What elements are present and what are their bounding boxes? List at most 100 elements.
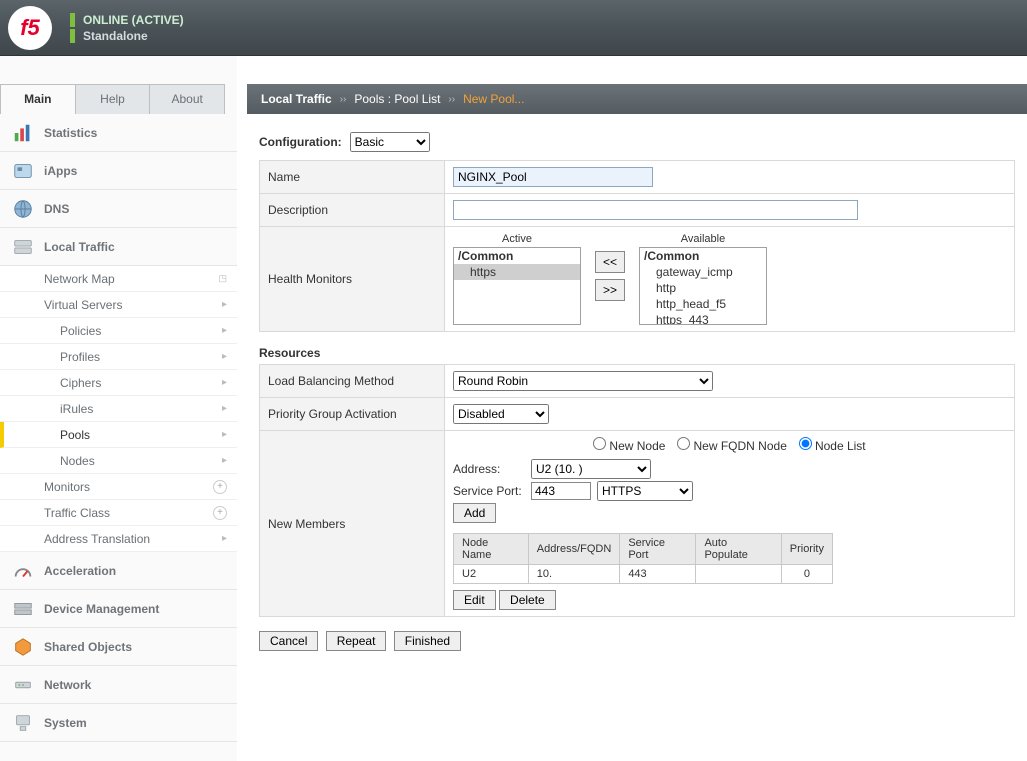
nav-virtual-servers[interactable]: Virtual Servers ▸	[0, 292, 237, 318]
tab-about[interactable]: About	[150, 85, 224, 114]
nav-nodes[interactable]: Nodes ▸	[0, 448, 237, 474]
radio-new-fqdn-input[interactable]	[677, 437, 690, 450]
hm-available-common: /Common	[640, 248, 766, 264]
configuration-mode-select[interactable]: Basic	[350, 132, 430, 152]
radio-node-list-input[interactable]	[799, 437, 812, 450]
cancel-button[interactable]: Cancel	[259, 631, 318, 651]
nav-addr-translation-label: Address Translation	[44, 532, 150, 546]
pool-name-input[interactable]	[453, 167, 653, 187]
nav-device-management[interactable]: Device Management	[0, 590, 237, 628]
col-priority: Priority	[781, 534, 832, 565]
radio-node-list[interactable]: Node List	[799, 437, 866, 453]
repeat-button[interactable]: Repeat	[326, 631, 387, 651]
nav-statistics[interactable]: Statistics	[0, 114, 237, 152]
crumb-pool-list[interactable]: Pools : Pool List	[354, 92, 440, 106]
name-label: Name	[260, 161, 445, 194]
table-row[interactable]: U2 10. 443 0	[454, 565, 833, 584]
lb-method-select[interactable]: Round Robin	[453, 371, 713, 391]
hm-move-left-button[interactable]: <<	[595, 251, 625, 273]
health-monitors-label: Health Monitors	[260, 227, 445, 332]
chevron-right-icon: ▸	[222, 299, 227, 310]
nav-acceleration[interactable]: Acceleration	[0, 552, 237, 590]
nav-profiles-label: Profiles	[60, 350, 100, 364]
chevron-right-icon: ▸	[222, 403, 227, 414]
hm-active-list[interactable]: /Common https	[453, 247, 581, 325]
address-select[interactable]: U2 (10. )	[531, 459, 651, 479]
hm-active-option[interactable]: https	[454, 264, 580, 280]
nav-monitors-label: Monitors	[44, 480, 90, 494]
nav-profiles[interactable]: Profiles ▸	[0, 344, 237, 370]
nav-addr-translation[interactable]: Address Translation ▸	[0, 526, 237, 552]
acceleration-icon	[12, 560, 34, 582]
hm-available-option[interactable]: http_head_f5	[640, 296, 766, 312]
cell-prio: 0	[781, 565, 832, 584]
edit-member-button[interactable]: Edit	[453, 590, 496, 610]
status-online-text: ONLINE (ACTIVE)	[83, 13, 184, 27]
delete-member-button[interactable]: Delete	[499, 590, 556, 610]
radio-new-fqdn[interactable]: New FQDN Node	[677, 437, 786, 453]
hm-move-right-button[interactable]: >>	[595, 279, 625, 301]
hm-active-heading: Active	[502, 233, 532, 245]
nav-system[interactable]: System	[0, 704, 237, 742]
sidebar-tabs: Main Help About	[0, 84, 225, 114]
lb-method-label: Load Balancing Method	[260, 365, 445, 398]
pga-label: Priority Group Activation	[260, 398, 445, 431]
nav-shared-objects[interactable]: Shared Objects	[0, 628, 237, 666]
cell-port: 443	[620, 565, 696, 584]
radio-new-node-input[interactable]	[593, 437, 606, 450]
col-address: Address/FQDN	[528, 534, 620, 565]
nav-monitors[interactable]: Monitors +	[0, 474, 237, 500]
nav-policies[interactable]: Policies ▸	[0, 318, 237, 344]
service-port-input[interactable]	[531, 482, 591, 500]
hm-available-option[interactable]: gateway_icmp	[640, 264, 766, 280]
status-block: ONLINE (ACTIVE) Standalone	[70, 12, 184, 44]
plus-icon[interactable]: +	[213, 506, 227, 520]
nav-network-map[interactable]: Network Map ◳	[0, 266, 237, 292]
pga-select[interactable]: Disabled	[453, 404, 549, 424]
local-traffic-submenu: Network Map ◳ Virtual Servers ▸ Policies…	[0, 266, 237, 552]
tab-main[interactable]: Main	[1, 85, 76, 114]
configuration-label: Configuration:	[259, 135, 342, 149]
nav-local-traffic[interactable]: Local Traffic	[0, 228, 237, 266]
resources-table: Load Balancing Method Round Robin Priori…	[259, 364, 1015, 617]
nav-dns[interactable]: DNS	[0, 190, 237, 228]
status-indicator-icon	[70, 29, 75, 43]
cell-addr: 10.	[528, 565, 620, 584]
radio-new-node[interactable]: New Node	[593, 437, 665, 453]
nav-ciphers-label: Ciphers	[60, 376, 101, 390]
plus-icon[interactable]: +	[213, 480, 227, 494]
nav-ciphers[interactable]: Ciphers ▸	[0, 370, 237, 396]
crumb-section: Local Traffic	[261, 92, 332, 106]
hm-available-list[interactable]: /Common gateway_icmp http http_head_f5 h…	[639, 247, 767, 325]
device-mgmt-icon	[12, 598, 34, 620]
crumb-sep-icon: ››	[340, 94, 347, 105]
dns-icon	[12, 198, 34, 220]
col-auto-populate: Auto Populate	[696, 534, 781, 565]
hm-available-option[interactable]: http	[640, 280, 766, 296]
nav-traffic-class[interactable]: Traffic Class +	[0, 500, 237, 526]
breadcrumb: Local Traffic ›› Pools : Pool List ›› Ne…	[247, 84, 1027, 114]
nav-iapps-label: iApps	[44, 164, 77, 178]
sidebar: Main Help About Statistics iApps DNS	[0, 56, 237, 761]
nav-network-map-label: Network Map	[44, 272, 115, 286]
nav-pools[interactable]: Pools ▸	[0, 422, 237, 448]
nav-network-label: Network	[44, 678, 91, 692]
nav-device-management-label: Device Management	[44, 602, 159, 616]
add-member-button[interactable]: Add	[453, 503, 496, 523]
nav-network[interactable]: Network	[0, 666, 237, 704]
nav-local-traffic-label: Local Traffic	[44, 240, 115, 254]
chevron-right-icon: ▸	[222, 351, 227, 362]
pool-description-input[interactable]	[453, 200, 858, 220]
nav-virtual-servers-label: Virtual Servers	[44, 298, 122, 312]
finished-button[interactable]: Finished	[394, 631, 461, 651]
cell-auto	[696, 565, 781, 584]
nav-iapps[interactable]: iApps	[0, 152, 237, 190]
shared-objects-icon	[12, 636, 34, 658]
nav-shared-objects-label: Shared Objects	[44, 640, 132, 654]
hm-available-option[interactable]: https_443	[640, 312, 766, 325]
service-port-proto-select[interactable]: HTTPS	[597, 481, 693, 501]
col-service-port: Service Port	[620, 534, 696, 565]
tab-help[interactable]: Help	[76, 85, 151, 114]
status-standalone: Standalone	[70, 29, 184, 43]
nav-irules[interactable]: iRules ▸	[0, 396, 237, 422]
